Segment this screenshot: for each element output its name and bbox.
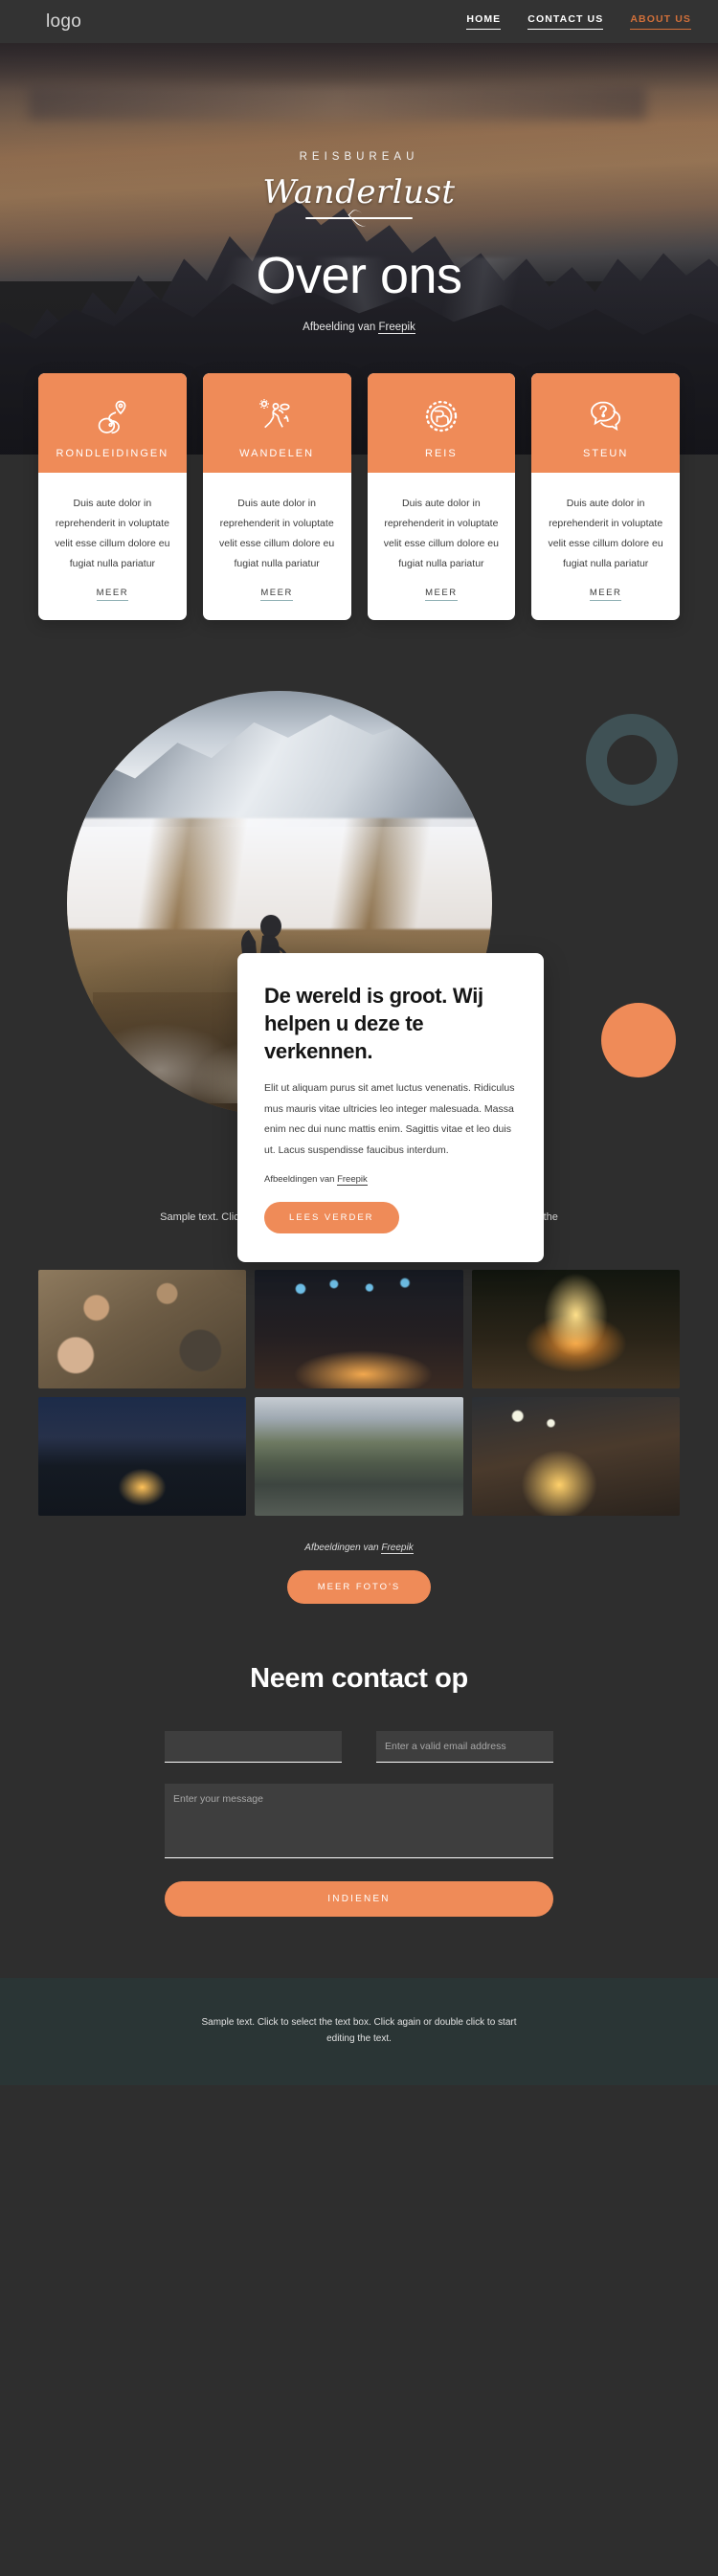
about-image-credit: Afbeeldingen van Freepik: [264, 1174, 517, 1187]
feature-card-title: REIS: [425, 448, 458, 459]
feature-card-text: Duis aute dolor in reprehenderit in volu…: [219, 498, 335, 569]
feature-card-text: Duis aute dolor in reprehenderit in volu…: [55, 498, 170, 569]
contact-section: Neem contact op INDIENEN: [0, 1604, 718, 1978]
email-input[interactable]: [376, 1731, 553, 1764]
nav-item-contact-us[interactable]: CONTACT US: [527, 13, 604, 30]
site-header: logo HOME CONTACT US ABOUT US: [0, 0, 718, 43]
feature-card-rondleidingen[interactable]: RONDLEIDINGEN Duis aute dolor in reprehe…: [38, 373, 187, 620]
name-input[interactable]: [165, 1731, 342, 1764]
contact-form: INDIENEN: [0, 1731, 718, 1918]
feature-card-more-link[interactable]: MEER: [260, 588, 293, 601]
name-field-wrapper: [165, 1731, 342, 1764]
feature-card-steun[interactable]: STEUN Duis aute dolor in reprehenderit i…: [531, 373, 680, 620]
read-more-button[interactable]: LEES VERDER: [264, 1202, 399, 1234]
about-section: De wereld is groot. Wij helpen u deze te…: [0, 677, 718, 1263]
map-pin-route-icon: [46, 394, 179, 438]
gallery-item-couple-campfire[interactable]: [471, 1397, 680, 1517]
more-photos-button[interactable]: MEER FOTO'S: [286, 1570, 432, 1605]
hero-credit-link[interactable]: Freepik: [378, 321, 415, 334]
hero-image-credit: Afbeelding van Freepik: [256, 321, 461, 334]
about-content-card: De wereld is groot. Wij helpen u deze te…: [237, 953, 544, 1263]
nav-item-home[interactable]: HOME: [466, 13, 502, 30]
hiker-icon: [211, 394, 344, 438]
hero-brand-script: Wanderlust: [262, 173, 456, 212]
about-title: De wereld is groot. Wij helpen u deze te…: [264, 984, 483, 1064]
about-credit-prefix: Afbeeldingen van: [264, 1174, 338, 1186]
contact-title: Neem contact op: [250, 1663, 468, 1695]
feature-cards: RONDLEIDINGEN Duis aute dolor in reprehe…: [0, 373, 718, 677]
feature-card-body: Duis aute dolor in reprehenderit in volu…: [368, 473, 516, 620]
feature-card-header: STEUN: [531, 373, 680, 473]
footer-text: Sample text. Click to select the text bo…: [201, 2017, 517, 2045]
hero-kicker: REISBUREAU: [299, 151, 419, 164]
email-field-wrapper: [376, 1731, 553, 1764]
gallery-cta-row: MEER FOTO'S: [0, 1570, 718, 1605]
page-root: logo HOME CONTACT US ABOUT US REISBUREAU…: [0, 0, 718, 2086]
feature-card-body: Duis aute dolor in reprehenderit in volu…: [38, 473, 187, 620]
feature-card-header: RONDLEIDINGEN: [38, 373, 187, 473]
site-logo[interactable]: logo: [46, 11, 81, 33]
contact-form-row: [165, 1731, 553, 1764]
site-footer: Sample text. Click to select the text bo…: [0, 1978, 718, 2086]
gallery-item-lit-tent[interactable]: [38, 1397, 247, 1517]
feature-card-body: Duis aute dolor in reprehenderit in volu…: [531, 473, 680, 620]
hero-credit-prefix: Afbeelding van: [303, 321, 379, 333]
globe-compass-icon: [375, 394, 508, 438]
question-chat-icon: [539, 394, 672, 438]
nav-item-about-us[interactable]: ABOUT US: [630, 13, 691, 30]
circle-decoration: [601, 1003, 676, 1077]
main-navigation: HOME CONTACT US ABOUT US: [466, 13, 691, 30]
feature-card-more-link[interactable]: MEER: [425, 588, 458, 601]
flourish-ornament-icon: [298, 212, 420, 224]
feature-card-text: Duis aute dolor in reprehenderit in volu…: [383, 498, 499, 569]
message-textarea[interactable]: [165, 1784, 553, 1859]
gallery-image-credit: Afbeeldingen van Freepik: [0, 1543, 718, 1555]
gallery-grid: [0, 1270, 718, 1517]
feature-card-title: STEUN: [582, 448, 629, 459]
ring-decoration: [586, 714, 678, 806]
feature-card-more-link[interactable]: MEER: [96, 588, 129, 601]
about-text: Elit ut aliquam purus sit amet luctus ve…: [264, 1082, 515, 1156]
feature-card-header: WANDELEN: [202, 373, 351, 473]
gallery-credit-prefix: Afbeeldingen van: [304, 1543, 382, 1554]
feature-card-more-link[interactable]: MEER: [589, 588, 622, 601]
feature-card-reis[interactable]: REIS Duis aute dolor in reprehenderit in…: [367, 373, 516, 620]
gallery-item-friends-fire-pit[interactable]: [255, 1270, 463, 1389]
about-credit-link[interactable]: Freepik: [337, 1174, 368, 1187]
feature-card-wandelen[interactable]: WANDELEN Duis aute dolor in reprehenderi…: [202, 373, 351, 620]
gallery-credit-link[interactable]: Freepik: [381, 1543, 414, 1555]
hero-content: REISBUREAU Wanderlust Over ons Afbeeldin…: [256, 151, 462, 345]
feature-card-body: Duis aute dolor in reprehenderit in volu…: [203, 473, 351, 620]
page-title: Over ons: [256, 247, 462, 305]
gallery-item-campfire-logs[interactable]: [471, 1270, 680, 1389]
feature-card-text: Duis aute dolor in reprehenderit in volu…: [548, 498, 663, 569]
feature-card-header: REIS: [367, 373, 516, 473]
gallery-item-mountain-fjord[interactable]: [255, 1397, 463, 1517]
submit-button[interactable]: INDIENEN: [165, 1881, 553, 1918]
gallery-item-camp-picnic[interactable]: [38, 1270, 247, 1389]
feature-card-title: RONDLEIDINGEN: [56, 448, 169, 459]
feature-card-title: WANDELEN: [239, 448, 315, 459]
